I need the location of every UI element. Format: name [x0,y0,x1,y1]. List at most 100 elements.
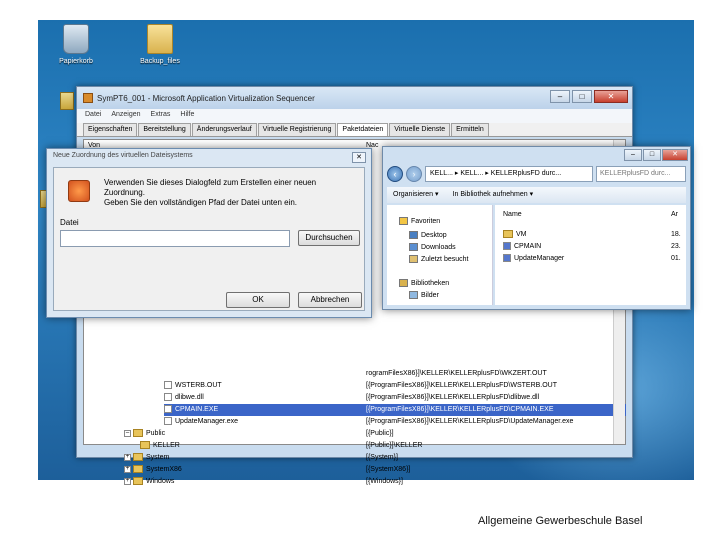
table-row[interactable]: WSTERB.OUT [{ProgramFilesX86}]\KELLER\KE… [164,380,626,392]
nav-item-downloads[interactable]: Downloads [409,243,456,251]
window-controls: – □ ✕ [550,90,628,103]
command-bar: Organisieren ▾ In Bibliothek aufnehmen ▾ [387,187,686,203]
table-row[interactable]: dlibwe.dll [{ProgramFilesX86}]\KELLER\KE… [164,392,626,404]
tab-bar: Eigenschaften Bereitstellung Änderungsve… [77,123,632,137]
file-path: [{ProgramFilesX86}]\KELLER\KELLERplusFD\… [366,418,574,425]
search-input[interactable]: KELLERplusFD durc... [596,166,686,182]
tab-paketdateien[interactable]: Paketdateien [337,123,389,136]
file-icon[interactable] [60,92,74,110]
close-button[interactable]: ✕ [662,149,688,161]
new-mapping-dialog: Neue Zuordnung des virtuellen Dateisyste… [46,148,372,318]
tab-virtuelle-registrierung[interactable]: Virtuelle Registrierung [257,123,337,136]
organize-menu[interactable]: Organisieren ▾ [393,190,439,200]
collapse-icon[interactable]: – [124,429,131,437]
file-path: [{ProgramFilesX86}]\KELLER\KELLERplusFD\… [366,406,554,413]
nav-item-favorites[interactable]: Favoriten [399,217,440,225]
file-path: [{SystemX86}] [366,466,411,473]
nav-item-libraries[interactable]: Bibliotheken [399,279,449,287]
back-arrow-icon[interactable]: ‹ [387,166,403,182]
dialog-message-line: Geben Sie den vollständigen Pfad der Dat… [104,198,298,207]
dialog-body: Verwenden Sie dieses Dialogfeld zum Erst… [53,167,365,311]
column-header-name[interactable]: Name [503,209,522,221]
folder-icon [503,230,513,239]
file-path-input[interactable] [60,230,290,247]
file-path: [{ProgramFilesX86}]\KELLER\KELLERplusFD\… [366,382,558,389]
desktop-icon-label: Backup_files [140,58,180,65]
folder-icon [133,429,143,438]
file-path: [{Public}]\KELLER [366,442,423,449]
mapping-path: rogramFilesX86}]\KELLER\KELLERplusFD\WKZ… [366,370,547,377]
file-icon [164,381,172,390]
tab-virtuelle-dienste[interactable]: Virtuelle Dienste [389,123,451,136]
table-row-selected[interactable]: CPMAIN.EXE [{ProgramFilesX86}]\KELLER\KE… [164,404,626,416]
footer-caption: Allgemeine Gewerbeschule Basel [478,515,643,527]
menu-item-extras[interactable]: Extras [151,111,171,121]
pictures-icon [409,291,418,299]
star-icon [399,217,408,225]
table-row[interactable]: + System [{System}] [124,452,626,464]
list-item[interactable]: UpdateManager 01. [503,253,685,265]
navigation-bar: ‹ › KELL... ▸ KELL... ▸ KELLERplusFD dur… [387,163,686,185]
expand-icon[interactable]: + [124,453,131,461]
explorer-window: – □ ✕ ‹ › KELL... ▸ KELL... ▸ KELLERplus… [382,146,691,310]
navigation-pane: Favoriten Desktop Downloads Zuletzt besu… [387,205,493,305]
include-in-library-menu[interactable]: In Bibliothek aufnehmen ▾ [453,190,534,200]
address-bar[interactable]: KELL... ▸ KELL... ▸ KELLERplusFD durc... [425,166,593,182]
expand-icon[interactable]: + [124,465,131,473]
folder-icon [133,477,143,486]
table-row[interactable]: + Windows [{Windows}] [124,476,626,488]
minimize-button[interactable]: – [550,90,570,103]
nav-item-desktop[interactable]: Desktop [409,231,447,239]
menu-bar: Datei Anzeigen Extras Hilfe [77,109,632,123]
folder-name: System [146,454,170,461]
backup-files-desktop-icon[interactable]: Backup_files [130,24,190,65]
file-name: UpdateManager.exe [175,418,239,425]
exe-icon [503,254,511,263]
forward-arrow-icon[interactable]: › [406,166,422,182]
dialog-message-line: Zuordnung. [104,188,145,197]
file-path: [{Public}] [366,430,394,437]
menu-item-anzeigen[interactable]: Anzeigen [111,111,140,121]
tab-ermitteln[interactable]: Ermitteln [451,123,489,136]
dialog-close-button[interactable]: ✕ [352,152,366,163]
desktop-icon [409,231,418,239]
file-field-label: Datei [60,218,79,227]
minimize-button[interactable]: – [624,149,642,161]
nav-item-recent[interactable]: Zuletzt besucht [409,255,468,263]
download-icon [409,243,418,251]
table-row[interactable]: – Public [{Public}] [124,428,626,440]
file-name: dlibwe.dll [175,394,204,401]
title-bar[interactable]: SymPT6_001 - Microsoft Application Virtu… [77,87,632,109]
menu-item-datei[interactable]: Datei [85,111,101,121]
desktop-icon-label: Papierkorb [59,58,93,65]
maximize-button[interactable]: □ [643,149,661,161]
file-path: [{System}] [366,454,398,461]
tab-bereitstellung[interactable]: Bereitstellung [138,123,191,136]
menu-item-hilfe[interactable]: Hilfe [180,111,194,121]
nav-item-pictures[interactable]: Bilder [409,291,439,299]
folder-icon [147,24,173,54]
dialog-message: Verwenden Sie dieses Dialogfeld zum Erst… [104,178,374,208]
window-controls: – □ ✕ [624,149,688,161]
tab-eigenschaften[interactable]: Eigenschaften [83,123,138,136]
cancel-button[interactable]: Abbrechen [298,292,362,308]
table-row[interactable]: + SystemX86 [{SystemX86}] [124,464,626,476]
folder-icon [133,453,143,462]
table-row[interactable]: KELLER [{Public}]\KELLER [140,440,626,452]
folder-icon [140,441,150,450]
tab-aenderungsverlauf[interactable]: Änderungsverlauf [191,123,257,136]
list-item[interactable]: VM 18. [503,229,685,241]
list-item[interactable]: CPMAIN 23. [503,241,685,253]
table-row[interactable]: UpdateManager.exe [{ProgramFilesX86}]\KE… [164,416,626,428]
expand-icon[interactable]: + [124,477,131,485]
recycle-bin-desktop-icon[interactable]: Papierkorb [46,24,106,65]
maximize-button[interactable]: □ [572,90,592,103]
folder-name: SystemX86 [146,466,182,473]
file-icon [164,393,172,402]
close-button[interactable]: ✕ [594,90,628,103]
ok-button[interactable]: OK [226,292,290,308]
window-title: SymPT6_001 - Microsoft Application Virtu… [97,93,315,103]
column-header-date[interactable]: Ar [671,209,678,221]
file-icon [164,417,172,426]
browse-button[interactable]: Durchsuchen [298,230,360,246]
